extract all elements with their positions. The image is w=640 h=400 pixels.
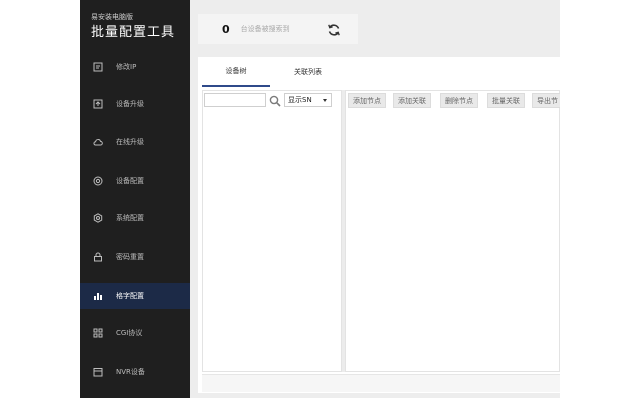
sidebar-item-grid-config[interactable]: 格字配置 (80, 283, 190, 309)
sidebar-item-label: 系统配置 (116, 214, 144, 222)
calendar-icon (91, 365, 105, 379)
bottom-bar (202, 374, 560, 392)
brand: 易安装电脑版 批量配置工具 (80, 0, 190, 50)
sidebar-item-modify-ip[interactable]: 修改IP (80, 54, 190, 80)
tab-link-list[interactable]: 关联列表 (274, 57, 342, 87)
tree-search-input[interactable] (204, 93, 266, 107)
sidebar-item-system-config[interactable]: 系统配置 (80, 205, 190, 231)
add-node-button[interactable]: 添加节点 (348, 93, 386, 108)
main-panel: 设备树 关联列表 显示SN 添加节点 添加关联 删除节点 批量关联 导出节 (198, 57, 560, 393)
app-subtitle: 易安装电脑版 (91, 13, 133, 21)
sidebar-item-label: 在线升级 (116, 138, 144, 146)
desktop: 易安装电脑版 批量配置工具 修改IP 设备升级 在线升级 设备配置 系统配置 密… (0, 0, 640, 400)
sidebar-item-label: NVR设备 (116, 368, 145, 376)
gear-icon (91, 211, 105, 225)
device-tree-pane: 显示SN (202, 90, 342, 372)
device-count-label: 台设备被搜索到 (240, 25, 290, 33)
sidebar-item-password-reset[interactable]: 密码重置 (80, 244, 190, 270)
sidebar-item-label: 设备配置 (116, 177, 144, 185)
delete-node-button[interactable]: 删除节点 (440, 93, 478, 108)
tab-device-tree[interactable]: 设备树 (202, 57, 270, 87)
cloud-icon (91, 135, 105, 149)
upgrade-icon (91, 97, 105, 111)
batch-link-button[interactable]: 批量关联 (487, 93, 525, 108)
sidebar-item-label: 修改IP (116, 63, 137, 71)
search-icon[interactable] (268, 93, 282, 107)
lock-icon (91, 250, 105, 264)
sidebar-item-online-upgrade[interactable]: 在线升级 (80, 129, 190, 155)
sidebar-item-nvr-device[interactable]: NVR设备 (80, 359, 190, 385)
node-work-pane: 添加节点 添加关联 删除节点 批量关联 导出节 (345, 90, 560, 372)
sidebar-item-label: 密码重置 (116, 253, 144, 261)
grid-icon (91, 326, 105, 340)
add-link-button[interactable]: 添加关联 (393, 93, 431, 108)
refresh-icon[interactable] (327, 22, 341, 36)
display-filter-value: 显示SN (288, 96, 312, 104)
sidebar-item-cgi-protocol[interactable]: CGI协议 (80, 320, 190, 346)
sidebar-item-label: 格字配置 (116, 292, 144, 300)
app-title: 批量配置工具 (91, 25, 176, 40)
device-count-bar: 0 台设备被搜索到 (198, 14, 358, 44)
export-button[interactable]: 导出节 (532, 93, 560, 108)
tab-bar: 设备树 关联列表 (198, 57, 560, 87)
sidebar: 易安装电脑版 批量配置工具 修改IP 设备升级 在线升级 设备配置 系统配置 密… (80, 0, 190, 398)
app-window: 易安装电脑版 批量配置工具 修改IP 设备升级 在线升级 设备配置 系统配置 密… (80, 0, 560, 398)
device-count: 0 (222, 22, 230, 36)
sidebar-item-device-upgrade[interactable]: 设备升级 (80, 91, 190, 117)
sidebar-item-label: CGI协议 (116, 329, 143, 337)
settings-circle-icon (91, 174, 105, 188)
sidebar-item-label: 设备升级 (116, 100, 144, 108)
chevron-down-icon (323, 99, 327, 102)
sidebar-item-device-config[interactable]: 设备配置 (80, 168, 190, 194)
edit-icon (91, 60, 105, 74)
display-filter-select[interactable]: 显示SN (284, 93, 332, 107)
bar-chart-icon (91, 289, 105, 303)
